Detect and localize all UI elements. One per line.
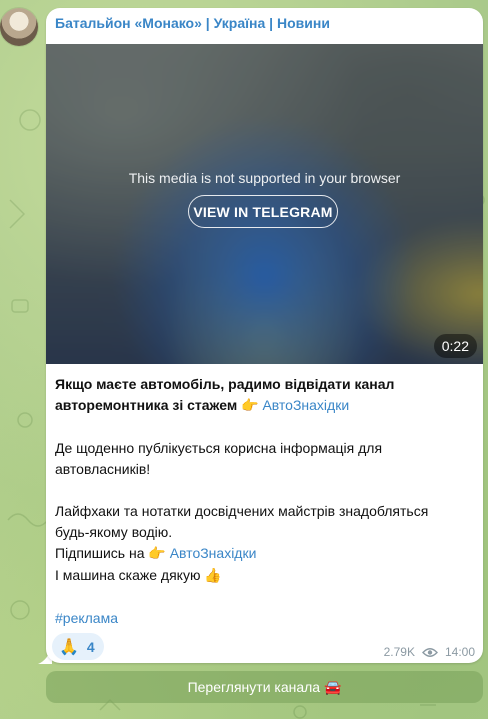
text-line: авторемонтника зі стажем 👉 АвтоЗнахідки bbox=[55, 395, 475, 417]
reaction-pray[interactable]: 🙏 4 bbox=[52, 633, 104, 660]
text-segment: І машина скаже дякую bbox=[55, 567, 201, 583]
text-line: будь-якому водію. bbox=[55, 524, 173, 540]
text-line: Якщо маєте автомобіль, радимо відвідати … bbox=[55, 376, 395, 392]
hashtag-link[interactable]: #реклама bbox=[55, 610, 118, 626]
message-meta: 2.79K 14:00 bbox=[384, 645, 475, 659]
autoznakhidky-link[interactable]: АвтоЗнахідки bbox=[262, 397, 349, 413]
text-line: автовласників! bbox=[55, 461, 151, 477]
point-right-emoji: 👉 bbox=[148, 546, 166, 562]
text-line: Підпишись на 👉 АвтоЗнахідки bbox=[55, 543, 475, 565]
view-in-telegram-button[interactable]: VIEW IN TELEGRAM bbox=[188, 195, 338, 228]
text-segment: авторемонтника зі стажем bbox=[55, 397, 238, 413]
message-time: 14:00 bbox=[444, 645, 475, 659]
view-channel-button[interactable]: Переглянути канала 🚘 bbox=[46, 671, 483, 703]
text-line: І машина скаже дякую 👍 bbox=[55, 565, 475, 587]
view-channel-label: Переглянути канала bbox=[187, 679, 321, 695]
reaction-count: 4 bbox=[86, 638, 95, 655]
unsupported-media-text: This media is not supported in your brow… bbox=[128, 170, 401, 186]
pray-emoji: 🙏 bbox=[59, 637, 79, 656]
video-preview[interactable]: This media is not supported in your brow… bbox=[46, 44, 483, 364]
video-duration: 0:22 bbox=[433, 334, 477, 358]
view-count: 2.79K bbox=[383, 645, 415, 659]
channel-name[interactable]: Батальйон «Монако» | Україна | Новини bbox=[55, 15, 330, 31]
text-line: Де щоденно публікується корисна інформац… bbox=[55, 440, 383, 456]
car-emoji: 🚘 bbox=[323, 680, 342, 696]
text-line: Лайфхаки та нотатки досвідчених майстрів… bbox=[55, 503, 429, 519]
eye-icon bbox=[422, 647, 438, 657]
message-text: Якщо маєте автомобіль, радимо відвідати … bbox=[55, 374, 475, 629]
autoznakhidky-link[interactable]: АвтоЗнахідки bbox=[170, 545, 257, 561]
text-segment: Підпишись на bbox=[55, 545, 145, 561]
message-bubble: Батальйон «Монако» | Україна | Новини Th… bbox=[46, 8, 483, 663]
channel-avatar[interactable] bbox=[0, 8, 38, 46]
thumbs-up-emoji: 👍 bbox=[204, 568, 222, 584]
text-line: #реклама bbox=[55, 608, 475, 629]
point-right-emoji: 👉 bbox=[241, 398, 259, 414]
